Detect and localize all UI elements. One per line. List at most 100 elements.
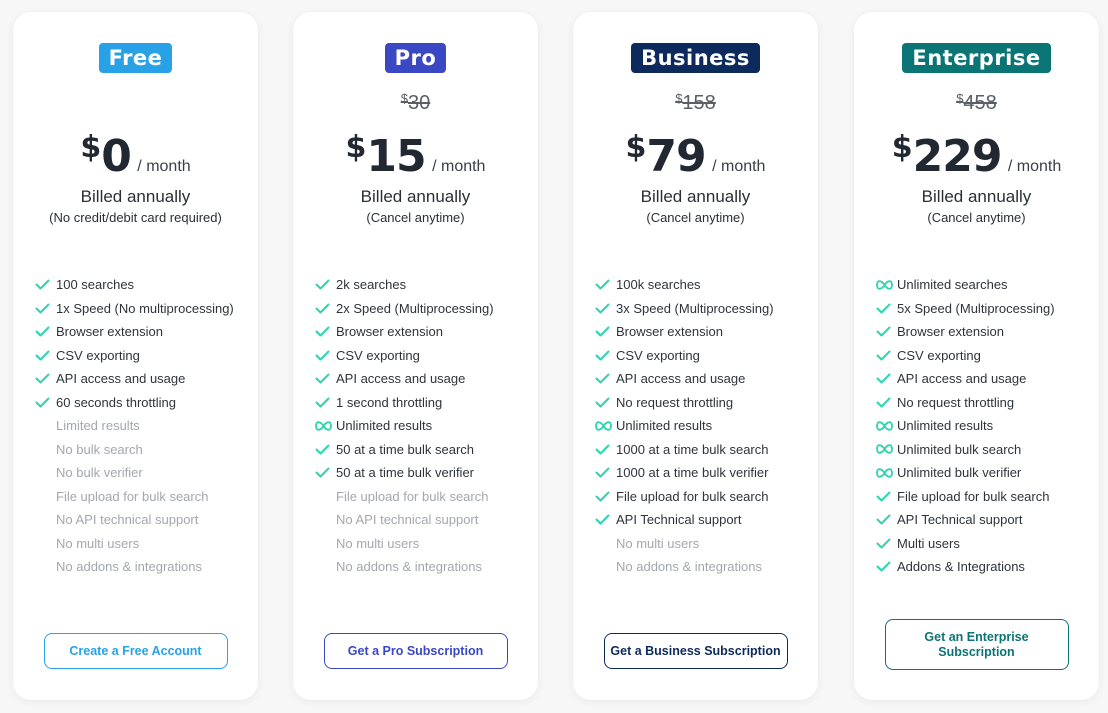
- feature-item: 2k searches: [315, 273, 530, 297]
- create-free-account-button[interactable]: Create a Free Account: [43, 633, 228, 669]
- feature-text: No request throttling: [616, 394, 734, 410]
- feature-text: No multi users: [56, 535, 140, 551]
- feature-text: No bulk search: [56, 441, 143, 457]
- check-icon: [315, 347, 336, 363]
- feature-item: File upload for bulk search: [876, 485, 1091, 509]
- old-price: $158: [573, 91, 818, 117]
- check-icon: [876, 324, 897, 340]
- feature-item: No multi users: [595, 532, 810, 556]
- feature-item: 50 at a time bulk verifier: [315, 461, 530, 485]
- old-price-amount: 158: [682, 92, 716, 114]
- feature-item: 60 seconds throttling: [35, 391, 250, 415]
- feature-item: 2x Speed (Multiprocessing): [315, 297, 530, 321]
- feature-text: 3x Speed (Multiprocessing): [616, 300, 774, 316]
- plan-card-business: Business $158 $79 / month Billed annuall…: [573, 12, 818, 700]
- price-amount: 79: [646, 131, 706, 182]
- price-period: / month: [712, 158, 766, 175]
- feature-text: Unlimited bulk search: [897, 441, 1022, 457]
- price-amount: 229: [912, 131, 1003, 182]
- feature-item: CSV exporting: [35, 344, 250, 368]
- price-period: / month: [137, 158, 191, 175]
- billing-label: Billed annually: [360, 187, 471, 206]
- check-icon: [876, 512, 897, 528]
- check-icon: [315, 324, 336, 340]
- check-icon: [595, 441, 616, 457]
- old-price-value: $458: [956, 91, 997, 114]
- plan-badge: Pro: [384, 43, 447, 73]
- feature-text: Browser extension: [56, 324, 163, 340]
- billing-note: (Cancel anytime): [927, 210, 1026, 225]
- plan-card-enterprise: Enterprise $458 $229 / month Billed annu…: [854, 12, 1099, 700]
- feature-item: 5x Speed (Multiprocessing): [876, 297, 1091, 321]
- feature-list: 100 searches 1x Speed (No multiprocessing…: [35, 273, 250, 579]
- feature-text: No multi users: [336, 535, 420, 551]
- feature-text: 2k searches: [336, 277, 407, 293]
- feature-item: No multi users: [315, 532, 530, 556]
- feature-text: Unlimited bulk verifier: [897, 465, 1022, 481]
- price-period: / month: [432, 158, 486, 175]
- billing-label: Billed annually: [921, 187, 1032, 206]
- feature-item: 1 second throttling: [315, 391, 530, 415]
- feature-list: 100k searches 3x Speed (Multiprocessing) B…: [595, 273, 810, 579]
- feature-text: No bulk verifier: [56, 465, 143, 481]
- infinity-icon: [595, 418, 616, 434]
- feature-text: 1 second throttling: [336, 394, 443, 410]
- feature-item: 3x Speed (Multiprocessing): [595, 297, 810, 321]
- check-icon: [876, 394, 897, 410]
- feature-item: Unlimited results: [595, 414, 810, 438]
- feature-list: Unlimited searches 5x Speed (Multiprocess…: [876, 273, 1091, 579]
- feature-item: 100k searches: [595, 273, 810, 297]
- feature-item: Browser extension: [315, 320, 530, 344]
- feature-text: CSV exporting: [897, 347, 981, 363]
- feature-text: 1000 at a time bulk search: [616, 441, 769, 457]
- get-pro-subscription-button[interactable]: Get a Pro Subscription: [323, 633, 508, 669]
- old-price-amount: 30: [407, 92, 431, 114]
- feature-text: No addons & integrations: [56, 559, 202, 575]
- price-currency: $: [80, 130, 102, 165]
- billing-note: (Cancel anytime): [646, 210, 745, 225]
- feature-item: API access and usage: [595, 367, 810, 391]
- check-icon: [876, 347, 897, 363]
- check-icon: [35, 371, 56, 387]
- feature-text: Unlimited searches: [897, 277, 1008, 293]
- billing-label: Billed annually: [80, 187, 191, 206]
- feature-item: No API technical support: [35, 508, 250, 532]
- check-icon: [35, 347, 56, 363]
- feature-item: 100 searches: [35, 273, 250, 297]
- check-icon: [876, 371, 897, 387]
- feature-item: CSV exporting: [315, 344, 530, 368]
- feature-item: API access and usage: [35, 367, 250, 391]
- feature-text: CSV exporting: [616, 347, 700, 363]
- check-icon: [595, 512, 616, 528]
- plan-badge: Enterprise: [902, 43, 1051, 73]
- feature-text: Multi users: [897, 535, 960, 551]
- infinity-icon: [315, 418, 336, 434]
- check-icon: [315, 441, 336, 457]
- feature-text: CSV exporting: [56, 347, 140, 363]
- feature-text: CSV exporting: [336, 347, 420, 363]
- price: $79 / month: [573, 130, 818, 182]
- feature-item: CSV exporting: [595, 344, 810, 368]
- old-price-value: $30: [400, 91, 431, 114]
- feature-item: Unlimited bulk verifier: [876, 461, 1091, 485]
- feature-item: No bulk search: [35, 438, 250, 462]
- check-icon: [595, 347, 616, 363]
- feature-item: 1000 at a time bulk verifier: [595, 461, 810, 485]
- infinity-icon: [876, 277, 897, 293]
- feature-item: No bulk verifier: [35, 461, 250, 485]
- feature-text: 1000 at a time bulk verifier: [616, 465, 769, 481]
- feature-text: API access and usage: [616, 371, 746, 387]
- feature-text: 50 at a time bulk verifier: [336, 465, 475, 481]
- get-enterprise-subscription-button[interactable]: Get an Enterprise Subscription: [884, 619, 1069, 670]
- feature-text: Limited results: [56, 418, 140, 434]
- old-price-currency: $: [400, 91, 408, 106]
- price-period: / month: [1007, 158, 1062, 175]
- infinity-icon: [876, 418, 897, 434]
- feature-item: No request throttling: [595, 391, 810, 415]
- get-business-subscription-button[interactable]: Get a Business Subscription: [603, 633, 788, 669]
- feature-item: Limited results: [35, 414, 250, 438]
- feature-text: Browser extension: [336, 324, 443, 340]
- infinity-icon: [876, 465, 897, 481]
- feature-item: 50 at a time bulk search: [315, 438, 530, 462]
- feature-list: 2k searches 2x Speed (Multiprocessing) Bro…: [315, 273, 530, 579]
